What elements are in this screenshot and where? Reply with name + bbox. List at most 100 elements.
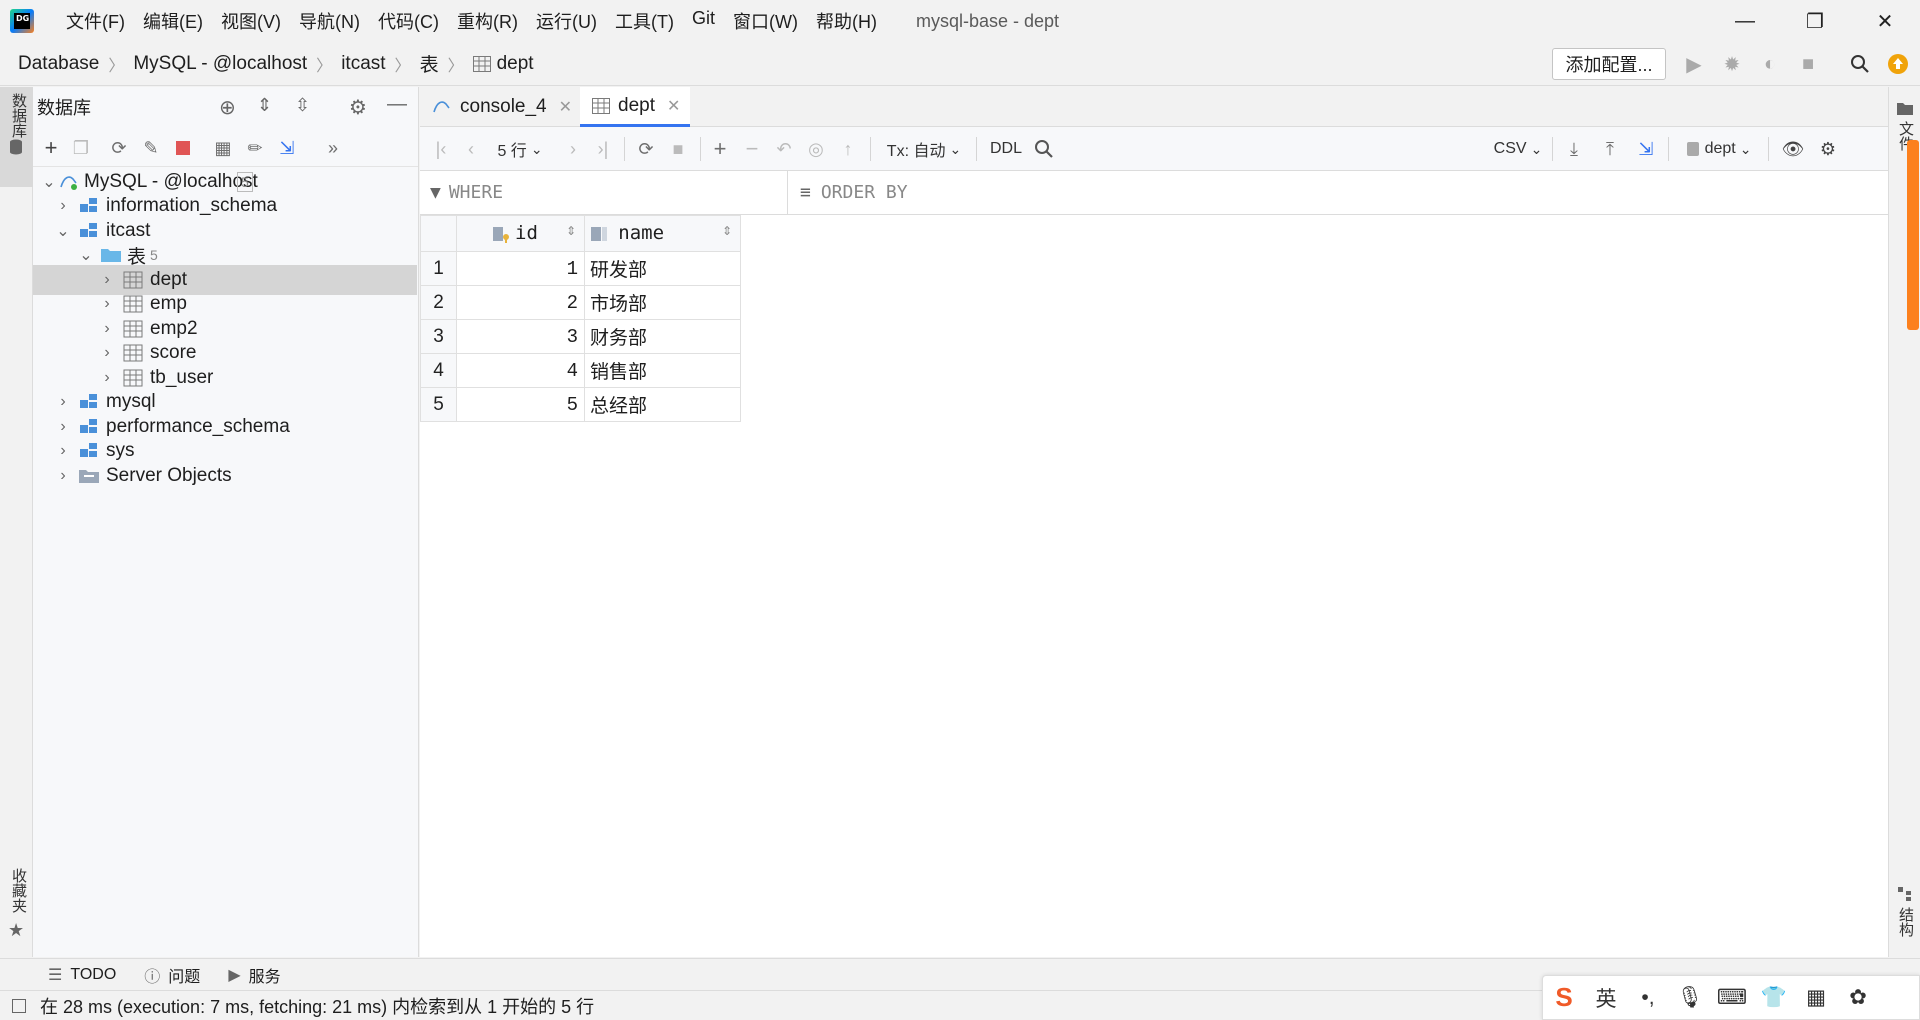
table-row[interactable]: 5 5 总经部 — [420, 387, 741, 422]
cell-id[interactable]: 5 — [456, 387, 585, 422]
transaction-mode-selector[interactable]: Tx: 自动 ⌄ — [882, 137, 966, 161]
cell-name[interactable]: 总经部 — [584, 387, 741, 422]
tree-server-objects[interactable]: › Server Objects — [33, 461, 417, 491]
chevron-down-icon[interactable]: ⌄ — [41, 174, 57, 191]
punctuation-icon[interactable]: •, — [1627, 978, 1669, 1018]
cell-id[interactable]: 4 — [456, 353, 585, 388]
tab-console-4[interactable]: console_4 ✕ — [420, 87, 578, 127]
chevron-right-icon[interactable]: › — [99, 369, 115, 386]
chevron-right-icon[interactable]: › — [55, 418, 71, 435]
table-row[interactable]: 3 3 财务部 — [420, 319, 741, 354]
add-icon[interactable]: + — [39, 135, 63, 160]
cancel-icon[interactable]: ■ — [666, 137, 690, 161]
previous-page-icon[interactable]: ‹ — [460, 137, 482, 161]
menu-view[interactable]: 视图(V) — [212, 8, 290, 34]
run-icon[interactable]: ▶ — [1682, 52, 1706, 76]
column-header-id[interactable]: id ⇕ — [456, 215, 585, 252]
add-configuration-button[interactable]: 添加配置... — [1552, 48, 1666, 80]
cell-id[interactable]: 3 — [456, 319, 585, 354]
properties-icon[interactable]: ✎ — [139, 136, 163, 160]
chevron-right-icon[interactable]: › — [55, 442, 71, 459]
sogou-logo-icon[interactable]: S — [1543, 978, 1585, 1018]
restore-button[interactable]: ❐ — [1780, 0, 1850, 42]
breadcrumb-connection[interactable]: MySQL - @localhost — [129, 53, 311, 75]
hide-panel-icon[interactable]: — — [387, 93, 407, 116]
more-icon[interactable]: » — [321, 136, 345, 160]
structure-tool-label[interactable]: 结构 — [1895, 907, 1916, 937]
add-row-icon[interactable]: + — [708, 136, 732, 161]
menu-edit[interactable]: 编辑(E) — [134, 8, 212, 34]
favorites-tool-label[interactable]: 收藏夹 — [8, 868, 29, 913]
gear-icon[interactable]: ⚙ — [349, 95, 367, 120]
breadcrumb-tables[interactable]: 表 — [416, 50, 443, 77]
expand-all-icon[interactable]: ⇕ — [257, 95, 272, 116]
status-panel-icon[interactable] — [12, 998, 26, 1013]
view-options-icon[interactable]: 👁 — [1778, 137, 1808, 161]
toolbox-icon[interactable]: ▦ — [1795, 978, 1837, 1018]
menu-tools[interactable]: 工具(T) — [606, 8, 683, 34]
compare-icon[interactable]: ⇲ — [1634, 137, 1658, 161]
cell-name[interactable]: 研发部 — [584, 251, 741, 286]
table-row[interactable]: 4 4 销售部 — [420, 353, 741, 388]
export-format-selector[interactable]: CSV ⌄ — [1492, 137, 1544, 161]
table-row[interactable]: 2 2 市场部 — [420, 285, 741, 320]
download-icon[interactable]: ⤓ — [1562, 137, 1586, 161]
cell-id[interactable]: 2 — [456, 285, 585, 320]
next-page-icon[interactable]: › — [562, 137, 584, 161]
cell-id[interactable]: 1 — [456, 251, 585, 286]
breadcrumb-table[interactable]: dept — [469, 53, 538, 75]
chevron-down-icon[interactable]: ⌄ — [55, 223, 71, 240]
stop-icon[interactable] — [171, 136, 195, 160]
first-page-icon[interactable]: |‹ — [430, 137, 452, 161]
revert-icon[interactable]: ↶ — [772, 137, 796, 161]
last-page-icon[interactable]: ›| — [592, 137, 614, 161]
breadcrumb-schema[interactable]: itcast — [337, 53, 389, 75]
cell-name[interactable]: 市场部 — [584, 285, 741, 320]
duplicate-icon[interactable]: ❐ — [69, 136, 93, 160]
sort-toggle-icon[interactable]: ⇕ — [566, 224, 576, 238]
refresh-icon[interactable]: ⟳ — [107, 136, 131, 160]
chevron-right-icon[interactable]: › — [99, 295, 115, 312]
ime-mode-toggle[interactable]: 英 — [1585, 978, 1627, 1018]
menu-file[interactable]: 文件(F) — [57, 8, 134, 34]
preview-icon[interactable]: ◎ — [804, 137, 828, 161]
breadcrumb-database[interactable]: Database — [14, 53, 103, 75]
menu-run[interactable]: 运行(U) — [527, 8, 606, 34]
search-icon[interactable] — [1848, 52, 1872, 76]
chevron-right-icon[interactable]: › — [99, 344, 115, 361]
cell-name[interactable]: 销售部 — [584, 353, 741, 388]
todo-tool-button[interactable]: ☰ TODO — [48, 965, 116, 985]
star-icon[interactable]: ★ — [8, 920, 24, 941]
submit-icon[interactable]: ↑ — [836, 137, 860, 161]
keyboard-icon[interactable]: ⌨ — [1711, 978, 1753, 1018]
update-icon[interactable] — [1886, 52, 1910, 76]
skin-icon[interactable]: 👕 — [1753, 978, 1795, 1018]
gear-icon[interactable]: ⚙ — [1816, 137, 1840, 161]
menu-window[interactable]: 窗口(W) — [724, 8, 807, 34]
menu-navigate[interactable]: 导航(N) — [290, 8, 369, 34]
chevron-right-icon[interactable]: › — [99, 271, 115, 288]
menu-git[interactable]: Git — [683, 8, 724, 34]
jump-icon[interactable]: ⇲ — [275, 136, 299, 160]
column-header-name[interactable]: name ⇕ — [584, 215, 741, 252]
menu-help[interactable]: 帮助(H) — [807, 8, 886, 34]
microphone-icon[interactable]: 🎙 — [1669, 978, 1711, 1018]
datasource-selector[interactable]: dept ⌄ — [1678, 137, 1760, 161]
chevron-right-icon[interactable]: › — [55, 393, 71, 410]
tab-dept[interactable]: dept ✕ — [580, 87, 690, 127]
sort-toggle-icon[interactable]: ⇕ — [722, 224, 732, 238]
problems-tool-button[interactable]: ⓘ 问题 — [144, 963, 200, 987]
ddl-button[interactable]: DDL — [988, 137, 1024, 161]
search-icon[interactable] — [1032, 137, 1056, 161]
services-tool-button[interactable]: ▶ 服务 — [228, 963, 280, 987]
database-tool-button[interactable]: 数据库 — [0, 87, 33, 187]
coverage-icon[interactable]: ◐ — [1758, 52, 1782, 76]
mascot-icon[interactable]: ✿ — [1837, 978, 1879, 1018]
chevron-right-icon[interactable]: › — [99, 320, 115, 337]
refresh-icon[interactable]: ⟳ — [634, 137, 658, 161]
table-row[interactable]: 1 1 研发部 — [420, 251, 741, 286]
menu-code[interactable]: 代码(C) — [369, 8, 448, 34]
close-button[interactable]: ✕ — [1850, 0, 1920, 42]
table-view-icon[interactable]: ▦ — [211, 136, 235, 160]
menu-refactor[interactable]: 重构(R) — [448, 8, 527, 34]
